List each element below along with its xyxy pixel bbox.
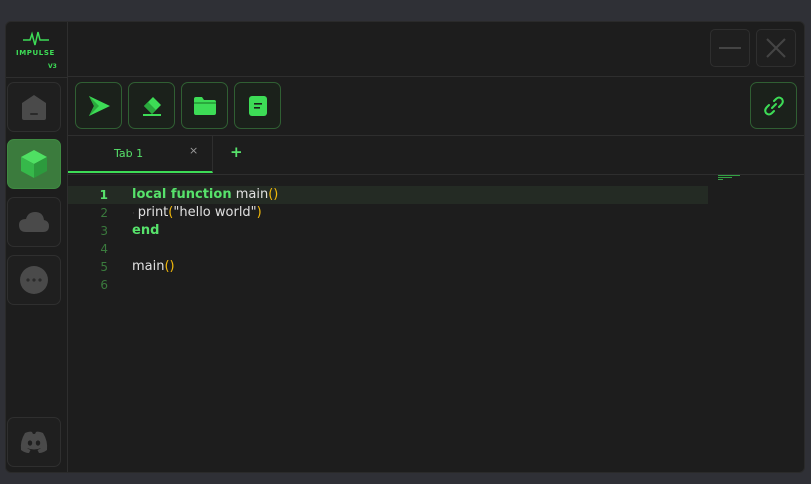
code-editor[interactable]: 1 local function main() 2 · print("hello… [68,175,804,472]
execute-icon [88,95,110,116]
link-icon [763,96,784,115]
code-line: 4 [68,240,708,258]
sidebar-item-cloud[interactable] [7,197,61,247]
identifier: main [231,187,269,202]
line-number: 5 [100,260,108,274]
code-line: 6 [68,276,708,294]
pulse-logo-icon [23,31,49,46]
cloud-icon [19,212,49,232]
minimize-button[interactable] [710,29,750,67]
sidebar-item-home[interactable] [7,82,61,132]
line-number: 4 [100,242,108,256]
tab-bar: Tab 1 × + [68,136,804,175]
parens: () [164,259,175,274]
parens: () [268,187,279,202]
line-number: 3 [100,224,108,238]
keyword: local function [132,187,232,202]
sidebar-item-discord[interactable] [7,417,61,467]
code-line: 5 main() [68,258,708,276]
close-icon [766,38,786,58]
code-text: end [132,223,159,238]
code-line: 2 · print("hello world") [68,204,708,222]
line-number: 6 [100,278,108,292]
identifier: main [132,259,165,274]
add-tab-button[interactable]: + [230,143,243,161]
code-line: 1 local function main() [68,186,708,204]
sidebar-item-more[interactable] [7,255,61,305]
minimize-icon [719,47,741,49]
save-button[interactable] [234,82,281,129]
cube-icon [21,150,47,178]
logo: IMPULSE V3 [6,22,67,78]
clear-button[interactable] [128,82,175,129]
tab-1[interactable]: Tab 1 × [68,136,213,173]
line-number: 2 [100,206,108,220]
minimap[interactable] [718,175,743,185]
open-file-button[interactable] [181,82,228,129]
execute-button[interactable] [75,82,122,129]
title-bar [68,22,804,77]
string-literal: "hello world" [173,205,257,220]
toolbar [68,77,804,136]
code-text: main() [132,259,175,274]
attach-button[interactable] [750,82,797,129]
sidebar: IMPULSE V3 [6,22,68,472]
eraser-icon [142,96,161,116]
save-icon [248,95,267,116]
app-window: IMPULSE V3 Tab 1 × + 1 local function ma… [5,21,805,473]
paren-close: ) [256,205,262,220]
code-text: · print("hello world") [132,205,262,220]
tab-close-icon[interactable]: × [189,144,198,157]
tab-label: Tab 1 [114,147,144,160]
code-line: 3 end [68,222,708,240]
close-button[interactable] [756,29,796,67]
line-number: 1 [99,188,108,202]
identifier: print [137,205,169,220]
app-name: IMPULSE [16,49,55,57]
more-icon [20,266,48,294]
home-icon [22,95,46,120]
sidebar-item-scripts[interactable] [7,139,61,189]
discord-icon [20,431,48,453]
keyword: end [132,223,160,238]
folder-icon [193,96,216,115]
app-version: V3 [48,63,57,70]
code-text: local function main() [132,187,278,202]
